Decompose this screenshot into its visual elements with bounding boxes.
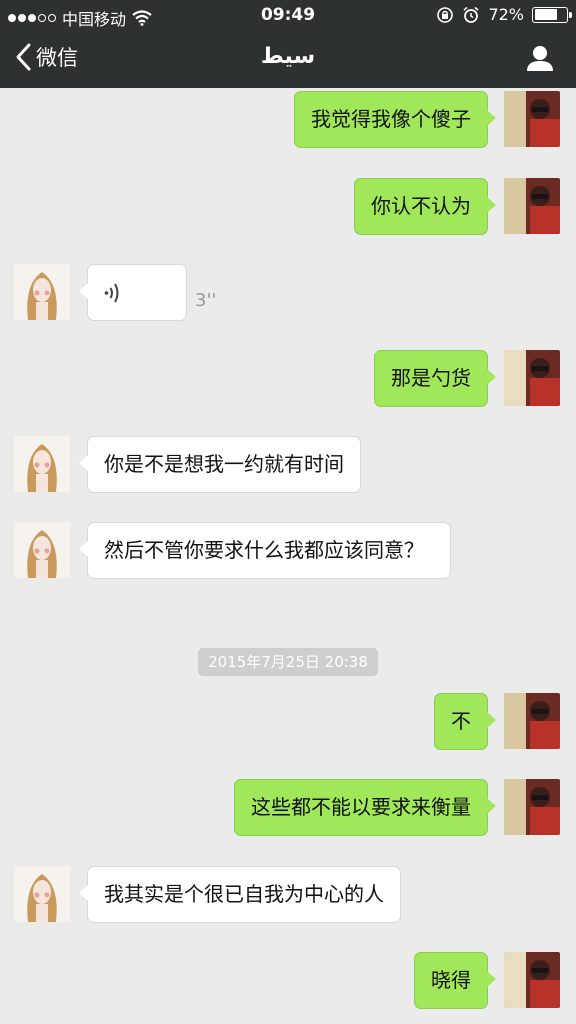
chat-info-button[interactable] bbox=[526, 44, 554, 76]
chat-message-list[interactable]: 我觉得我像个傻子 你认不认为 3'' 那是勺货 你是不是想我一约就有时间 然后不… bbox=[0, 88, 576, 1024]
battery-percent: 72% bbox=[488, 5, 524, 24]
status-right: 72% bbox=[436, 5, 572, 24]
contact-avatar[interactable] bbox=[14, 866, 70, 922]
voice-duration: 3'' bbox=[195, 290, 217, 311]
my-avatar[interactable] bbox=[504, 952, 560, 1008]
alarm-icon bbox=[463, 6, 479, 23]
contact-avatar[interactable] bbox=[14, 522, 70, 578]
battery-fill bbox=[534, 9, 557, 20]
my-avatar[interactable] bbox=[504, 693, 560, 749]
contact-avatar[interactable] bbox=[14, 264, 70, 320]
received-message-bubble[interactable]: 我其实是个很已自我为中心的人 bbox=[79, 866, 401, 923]
received-message-bubble[interactable]: 你是不是想我一约就有时间 bbox=[79, 436, 361, 493]
my-avatar[interactable] bbox=[504, 178, 560, 234]
wechat-chat-screen: 中国移动 09:49 72% 微信 سيط 我觉得我像个傻子 你认不认为 3''… bbox=[0, 0, 576, 1024]
nav-bar: 微信 سيط bbox=[0, 32, 576, 88]
battery-icon bbox=[532, 6, 572, 23]
voice-message-bubble[interactable] bbox=[79, 264, 187, 321]
sent-message-bubble[interactable]: 我觉得我像个傻子 bbox=[294, 91, 496, 148]
my-avatar[interactable] bbox=[504, 779, 560, 835]
sent-message-bubble[interactable]: 不 bbox=[434, 693, 496, 750]
chat-title: سيط bbox=[260, 44, 316, 69]
person-icon bbox=[527, 46, 553, 71]
sent-message-bubble[interactable]: 你认不认为 bbox=[354, 178, 496, 235]
sent-message-bubble[interactable]: 那是勺货 bbox=[374, 350, 496, 407]
contact-avatar[interactable] bbox=[14, 436, 70, 492]
chat-timestamp: 2015年7月25日 20:38 bbox=[198, 648, 378, 676]
sent-message-bubble[interactable]: 这些都不能以要求来衡量 bbox=[234, 779, 496, 836]
orientation-lock-icon bbox=[437, 6, 454, 23]
status-bar: 中国移动 09:49 72% bbox=[0, 0, 576, 32]
voice-wave-icon bbox=[104, 283, 119, 303]
received-message-bubble[interactable]: 然后不管你要求什么我都应该同意？ bbox=[79, 522, 451, 579]
my-avatar[interactable] bbox=[504, 350, 560, 406]
sent-message-bubble[interactable]: 晓得 bbox=[414, 952, 496, 1009]
my-avatar[interactable] bbox=[504, 91, 560, 147]
